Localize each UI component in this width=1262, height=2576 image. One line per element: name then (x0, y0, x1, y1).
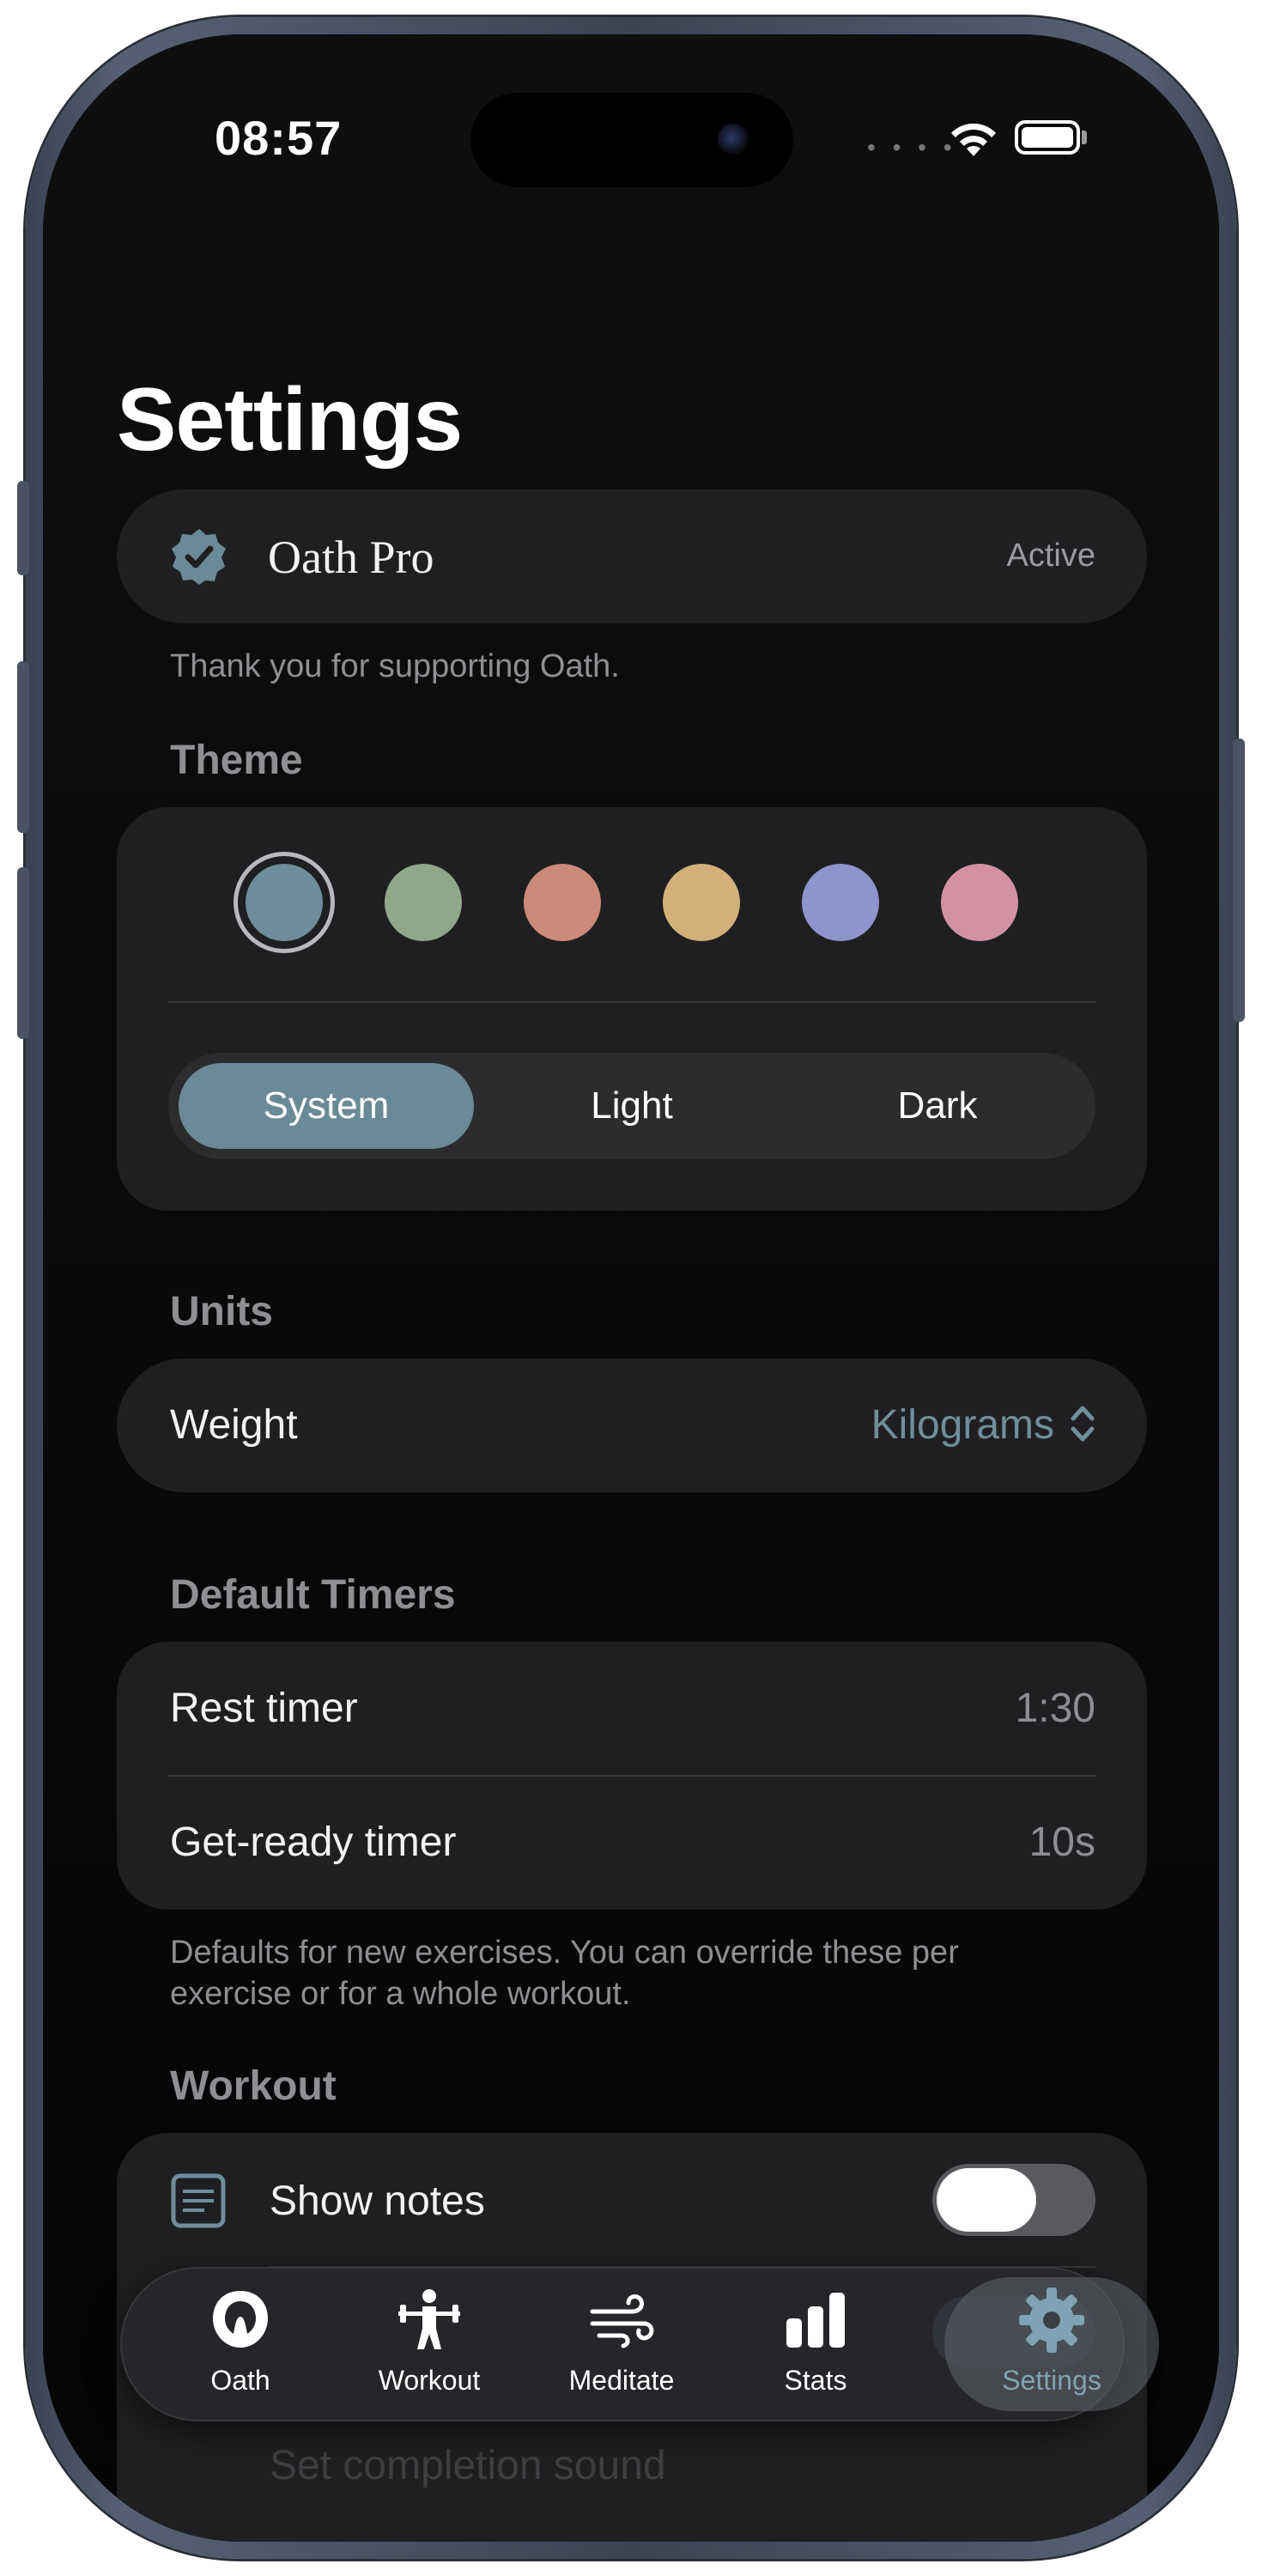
weight-row[interactable]: Weight Kilograms (117, 1358, 1147, 1492)
battery-tip (1082, 131, 1087, 144)
swatch-rose[interactable] (941, 864, 1018, 941)
oath-pro-card[interactable]: Oath Pro Active (117, 489, 1147, 623)
pro-name: Oath Pro (268, 532, 434, 583)
get-ready-timer-value: 10s (1028, 1820, 1095, 1865)
weight-label: Weight (170, 1402, 298, 1448)
tab-meditate-label: Meditate (568, 2365, 675, 2396)
page-title: Settings (117, 370, 463, 470)
tab-stats[interactable]: Stats (721, 2267, 910, 2421)
oath-logo-icon (213, 2291, 268, 2348)
bar-chart-icon (786, 2293, 845, 2348)
appearance-segmented-control: System Light Dark (168, 1053, 1095, 1159)
theme-card: System Light Dark (117, 807, 1147, 1211)
rest-timer-row[interactable]: Rest timer 1:30 (117, 1642, 1147, 1776)
segment-light[interactable]: Light (484, 1053, 780, 1159)
tab-oath[interactable]: Oath (146, 2267, 335, 2421)
theme-divider (168, 1001, 1095, 1003)
swatch-periwinkle[interactable] (802, 864, 879, 941)
segment-dark[interactable]: Dark (790, 1053, 1085, 1159)
screen: 08:57 • • • • Settings Oath Pro Active T… (43, 34, 1219, 2542)
swatch-sand[interactable] (663, 864, 740, 941)
volume-up-button (17, 661, 29, 833)
timers-heading: Default Timers (170, 1572, 456, 1618)
camera-icon (718, 124, 749, 155)
battery-icon (1015, 120, 1080, 155)
pro-status-badge: Active (1006, 538, 1095, 574)
verified-badge-icon (172, 529, 226, 585)
show-notes-label: Show notes (270, 2178, 485, 2224)
tab-settings-label: Settings (1002, 2365, 1101, 2396)
tab-oath-label: Oath (210, 2365, 270, 2396)
tab-settings[interactable]: Settings (957, 2267, 1146, 2421)
notes-icon (171, 2173, 226, 2228)
show-notes-toggle[interactable] (932, 2164, 1095, 2236)
volume-down-button (17, 867, 29, 1039)
rest-timer-label: Rest timer (170, 1686, 358, 1731)
status-time: 08:57 (215, 111, 343, 165)
workout-heading: Workout (170, 2063, 337, 2109)
rest-timer-value: 1:30 (1015, 1686, 1095, 1731)
segment-system[interactable]: System (179, 1053, 474, 1159)
get-ready-timer-label: Get-ready timer (170, 1820, 457, 1865)
tab-workout[interactable]: Workout (335, 2267, 524, 2421)
weight-value[interactable]: Kilograms (871, 1401, 1054, 1449)
timers-card: Rest timer 1:30 Get-ready timer 10s (117, 1642, 1147, 1910)
swatch-slate[interactable] (246, 864, 323, 941)
timers-note: Defaults for new exercises. You can over… (170, 1935, 959, 2012)
theme-heading: Theme (170, 738, 303, 783)
tab-stats-label: Stats (784, 2365, 847, 2396)
swatch-terracotta[interactable] (524, 864, 601, 941)
weightlifter-icon (398, 2289, 460, 2349)
wind-icon (590, 2294, 654, 2348)
gear-icon (1019, 2287, 1084, 2353)
power-button (1233, 738, 1245, 1022)
completion-sound-label: Set completion sound (270, 2443, 666, 2488)
tab-meditate[interactable]: Meditate (527, 2267, 716, 2421)
action-button (17, 481, 29, 575)
get-ready-timer-row[interactable]: Get-ready timer 10s (117, 1776, 1147, 1910)
units-heading: Units (170, 1289, 273, 1334)
swatch-sage[interactable] (385, 864, 462, 941)
chevron-up-down-icon (1071, 1406, 1095, 1442)
wifi-icon (951, 123, 996, 156)
signal-dots-icon: • • • • (867, 134, 957, 161)
tab-bar: Oath Workout Meditate Stats Settings (120, 2267, 1159, 2421)
tab-workout-label: Workout (378, 2365, 481, 2396)
pro-note: Thank you for supporting Oath. (170, 648, 620, 684)
